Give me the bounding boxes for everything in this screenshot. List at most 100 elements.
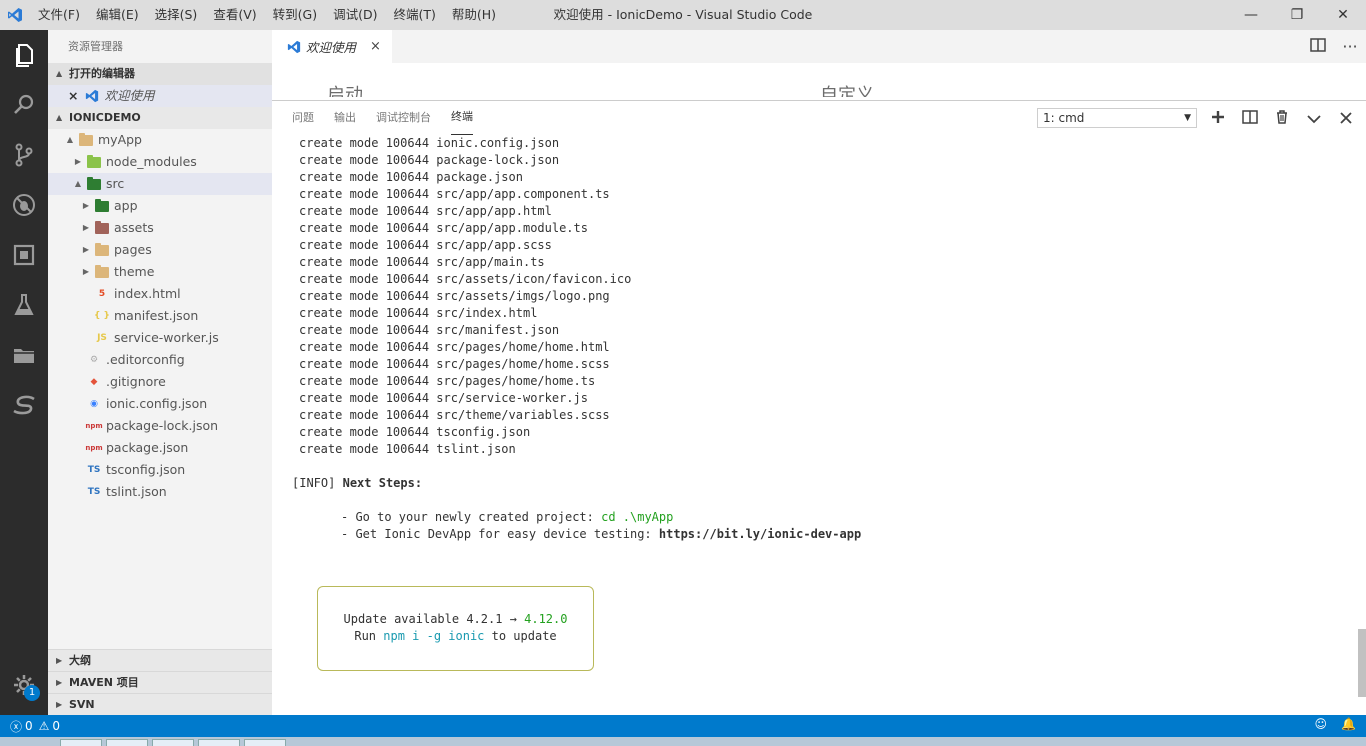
terminal-output[interactable]: create mode 100644 ionic.config.json crea… (292, 135, 1342, 671)
tree-item[interactable]: { } manifest.json (48, 305, 272, 327)
panel-actions (1202, 101, 1362, 135)
tree-item[interactable]: TS tslint.json (48, 481, 272, 503)
extensions-icon[interactable] (0, 230, 48, 280)
taskbar-item[interactable] (106, 739, 148, 746)
tree-item-label: package.json (106, 440, 189, 455)
tree-item[interactable]: ▶ node_modules (48, 151, 272, 173)
folder-shape (87, 176, 101, 190)
terminal-scrollbar[interactable] (1358, 629, 1366, 697)
terminal-select[interactable]: 1: cmd ▼ (1037, 108, 1197, 128)
taskbar-item[interactable] (60, 739, 102, 746)
feedback-smiley-icon[interactable]: ☺ (1315, 717, 1328, 731)
test-icon[interactable] (0, 280, 48, 330)
step2-text: - Get Ionic DevApp for easy device testi… (341, 527, 659, 541)
tab-debug-console[interactable]: 调试控制台 (376, 101, 431, 135)
tree-item-label: pages (114, 242, 152, 257)
folder-icon[interactable] (0, 330, 48, 380)
tree-item[interactable]: 5 index.html (48, 283, 272, 305)
sidebar-title: 资源管理器 (68, 40, 123, 53)
warning-count: 0 (52, 719, 61, 733)
close-panel-icon[interactable] (1330, 109, 1362, 128)
tree-item[interactable]: ◉ ionic.config.json (48, 393, 272, 415)
terminal-line: create mode 100644 src/app/app.html (299, 204, 552, 218)
explorer-icon[interactable] (0, 30, 48, 80)
terminal-line: create mode 100644 src/app/app.module.ts (299, 221, 588, 235)
tree-item[interactable]: ▶ app (48, 195, 272, 217)
tree-item[interactable]: ▶ pages (48, 239, 272, 261)
svn-label: SVN (69, 697, 95, 711)
tab-welcome[interactable]: 欢迎使用 × (272, 30, 392, 63)
tree-item[interactable]: ▲ src (48, 173, 272, 195)
more-actions-icon[interactable]: ··· (1334, 37, 1366, 56)
new-terminal-icon[interactable] (1202, 109, 1234, 128)
svn-icon[interactable] (0, 380, 48, 430)
close-icon[interactable]: × (68, 85, 78, 107)
menu-item[interactable]: 文件(F) (30, 0, 88, 30)
tree-item-label: manifest.json (114, 308, 199, 323)
terminal-line: create mode 100644 src/assets/icon/favic… (299, 272, 632, 286)
close-window-button[interactable]: ✕ (1320, 0, 1366, 30)
tab-output[interactable]: 输出 (334, 101, 356, 135)
search-icon[interactable] (0, 80, 48, 130)
editor-actions: ··· (1302, 30, 1366, 63)
update-version: 4.12.0 (524, 612, 568, 626)
menu-item[interactable]: 查看(V) (205, 0, 264, 30)
tab-terminal[interactable]: 终端 (451, 101, 473, 135)
taskbar-item[interactable] (198, 739, 240, 746)
taskbar-item[interactable] (152, 739, 194, 746)
minimize-button[interactable]: — (1228, 0, 1274, 30)
editor-tabs: 欢迎使用 × ··· (272, 30, 1366, 63)
menu-bar: 文件(F) 编辑(E) 选择(S) 查看(V) 转到(G) 调试(D) 终端(T) 帮助(H) (30, 0, 504, 30)
tree-item[interactable]: npm package-lock.json (48, 415, 272, 437)
tree-item[interactable]: ▶ assets (48, 217, 272, 239)
notifications-bell-icon[interactable]: 🔔 (1341, 717, 1356, 731)
workspace-header[interactable]: ▲ IONICDEMO (48, 107, 272, 129)
menu-item[interactable]: 选择(S) (147, 0, 206, 30)
tree-item-label: theme (114, 264, 155, 279)
restore-button[interactable]: ❐ (1274, 0, 1320, 30)
menu-item[interactable]: 编辑(E) (88, 0, 147, 30)
settings-gear-icon[interactable]: 1 (0, 663, 48, 707)
folder-icon (94, 198, 110, 214)
split-terminal-icon[interactable] (1234, 109, 1266, 128)
update-run-prefix: Run (354, 629, 384, 643)
maven-section[interactable]: ▶ MAVEN 项目 (48, 671, 272, 693)
update-line-2: Run npm i -g ionic to update (318, 628, 593, 645)
file-tree: ▲ myApp ▶ node_modules ▲ src ▶ app ▶ assets ▶ pages… (48, 129, 272, 503)
tree-item[interactable]: TS tsconfig.json (48, 459, 272, 481)
step2-link[interactable]: https://bit.ly/ionic-dev-app (659, 527, 861, 541)
split-editor-icon[interactable] (1302, 37, 1334, 56)
open-editor-item[interactable]: × 欢迎使用 (48, 85, 272, 107)
tree-item[interactable]: ▶ theme (48, 261, 272, 283)
tree-item[interactable]: npm package.json (48, 437, 272, 459)
tab-problems[interactable]: 问题 (292, 101, 314, 135)
menu-item[interactable]: 转到(G) (265, 0, 325, 30)
tree-item[interactable]: ◆ .gitignore (48, 371, 272, 393)
source-control-icon[interactable] (0, 130, 48, 180)
problems-status[interactable]: ⓧ 0 ⚠ 0 (0, 718, 60, 735)
outline-section[interactable]: ▶ 大纲 (48, 649, 272, 671)
folder-shape (95, 264, 109, 278)
tab-close-icon[interactable]: × (370, 39, 381, 54)
open-editors-header[interactable]: ▲ 打开的编辑器 (48, 63, 272, 85)
welcome-page-peek: 启动 自定义 (272, 63, 1366, 97)
kill-terminal-icon[interactable] (1266, 109, 1298, 128)
tree-item[interactable]: ⚙ .editorconfig (48, 349, 272, 371)
debug-icon[interactable] (0, 180, 48, 230)
terminal-line: create mode 100644 src/theme/variables.s… (299, 408, 610, 422)
tree-item-label: node_modules (106, 154, 197, 169)
terminal-line: create mode 100644 src/service-worker.js (299, 391, 588, 405)
error-count: 0 (25, 719, 33, 733)
tree-item[interactable]: JS service-worker.js (48, 327, 272, 349)
menu-item[interactable]: 调试(D) (325, 0, 385, 30)
chevron-right-icon: ▶ (82, 245, 90, 254)
tree-item[interactable]: ▲ myApp (48, 129, 272, 151)
chevron-down-icon: ▲ (56, 113, 63, 122)
menu-item[interactable]: 帮助(H) (444, 0, 504, 30)
menu-item[interactable]: 终端(T) (385, 0, 443, 30)
taskbar-item[interactable] (244, 739, 286, 746)
svn-section[interactable]: ▶ SVN (48, 693, 272, 715)
next-step-2: - Get Ionic DevApp for easy device testi… (292, 526, 1342, 543)
maximize-panel-icon[interactable] (1298, 109, 1330, 128)
next-step-1: - Go to your newly created project: cd .… (292, 509, 1342, 526)
